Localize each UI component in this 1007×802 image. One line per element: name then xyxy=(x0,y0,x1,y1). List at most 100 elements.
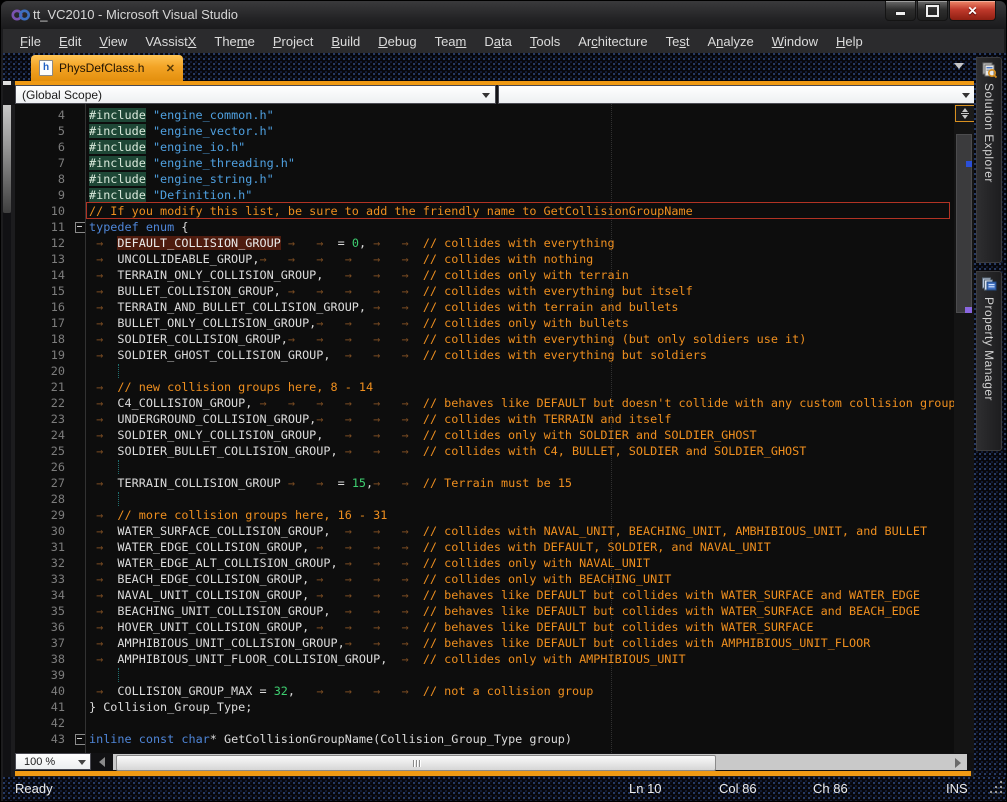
menu-team[interactable]: Team xyxy=(426,31,476,52)
code-line-6[interactable]: 6#include "engine_io.h" xyxy=(15,139,954,155)
title-bar[interactable]: tt_VC2010 - Microsoft Visual Studio ✕ xyxy=(1,1,1006,29)
tab-close-icon[interactable]: ✕ xyxy=(156,62,175,75)
menu-vassistx[interactable]: VAssistX xyxy=(136,31,205,52)
menu-help[interactable]: Help xyxy=(827,31,872,52)
solution-explorer-icon xyxy=(981,62,997,78)
sidebar-tab-property-manager[interactable]: Property Manager xyxy=(976,271,1002,451)
scope-dropdown[interactable]: (Global Scope) xyxy=(15,85,496,104)
code-editor[interactable]: 4#include "engine_common.h"5#include "en… xyxy=(15,104,976,753)
scroll-right-icon[interactable] xyxy=(955,758,961,768)
fold-margin[interactable] xyxy=(73,219,89,235)
code-line-24[interactable]: 24 → SOLDIER_ONLY_COLLISION_GROUP, → → →… xyxy=(15,427,954,443)
vertical-scrollbar[interactable] xyxy=(954,104,976,753)
horizontal-scrollbar-row: 100 % xyxy=(15,753,976,771)
fold-margin xyxy=(73,331,89,347)
code-line-18[interactable]: 18 → SOLDIER_COLLISION_GROUP,→ → → → → /… xyxy=(15,331,954,347)
code-line-17[interactable]: 17 → BULLET_ONLY_COLLISION_GROUP,→ → → →… xyxy=(15,315,954,331)
code-line-35[interactable]: 35 → BEACHING_UNIT_COLLISION_GROUP, → → … xyxy=(15,603,954,619)
menu-build[interactable]: Build xyxy=(322,31,369,52)
minimize-button[interactable] xyxy=(885,1,916,21)
menu-edit[interactable]: Edit xyxy=(50,31,90,52)
resize-grip[interactable] xyxy=(988,781,1002,793)
code-text xyxy=(89,715,954,731)
code-line-21[interactable]: 21 → // new collision groups here, 8 - 1… xyxy=(15,379,954,395)
code-line-22[interactable]: 22 → C4_COLLISION_GROUP, → → → → → → // … xyxy=(15,395,954,411)
code-line-16[interactable]: 16 → TERRAIN_AND_BULLET_COLLISION_GROUP,… xyxy=(15,299,954,315)
fold-margin xyxy=(73,155,89,171)
code-line-29[interactable]: 29 → // more collision groups here, 16 -… xyxy=(15,507,954,523)
line-number: 30 xyxy=(15,523,73,539)
code-text: → TERRAIN_AND_BULLET_COLLISION_GROUP, → … xyxy=(89,299,954,315)
thumb-grip-icon xyxy=(413,760,414,767)
scroll-left-icon[interactable] xyxy=(99,757,105,767)
code-line-15[interactable]: 15 → BULLET_COLLISION_GROUP, → → → → → /… xyxy=(15,283,954,299)
menu-tools[interactable]: Tools xyxy=(521,31,569,52)
line-number: 8 xyxy=(15,171,73,187)
horizontal-scrollbar[interactable] xyxy=(113,754,967,770)
code-line-12[interactable]: 12 → DEFAULT_COLLISION_GROUP → → = 0, → … xyxy=(15,235,954,251)
menu-window[interactable]: Window xyxy=(763,31,827,52)
code-line-43[interactable]: 43inline const char* GetCollisionGroupNa… xyxy=(15,731,954,747)
menu-data[interactable]: Data xyxy=(475,31,520,52)
close-button[interactable]: ✕ xyxy=(949,1,996,21)
code-line-20[interactable]: 20 xyxy=(15,363,954,379)
member-dropdown[interactable] xyxy=(498,85,976,104)
menu-analyze[interactable]: Analyze xyxy=(698,31,762,52)
code-line-8[interactable]: 8#include "engine_string.h" xyxy=(15,171,954,187)
code-line-26[interactable]: 26 xyxy=(15,459,954,475)
code-line-37[interactable]: 37 → AMPHIBIOUS_UNIT_COLLISION_GROUP,→ →… xyxy=(15,635,954,651)
accent-divider-bottom xyxy=(15,771,971,776)
fold-margin xyxy=(73,299,89,315)
code-line-14[interactable]: 14 → TERRAIN_ONLY_COLLISION_GROUP, → → →… xyxy=(15,267,954,283)
code-line-23[interactable]: 23 → UNDERGROUND_COLLISION_GROUP,→ → → →… xyxy=(15,411,954,427)
menu-debug[interactable]: Debug xyxy=(369,31,425,52)
code-line-34[interactable]: 34 → NAVAL_UNIT_COLLISION_GROUP, → → → →… xyxy=(15,587,954,603)
code-line-25[interactable]: 25 → SOLDIER_BULLET_COLLISION_GROUP, → →… xyxy=(15,443,954,459)
code-line-19[interactable]: 19 → SOLDIER_GHOST_COLLISION_GROUP, → → … xyxy=(15,347,954,363)
code-text: → NAVAL_UNIT_COLLISION_GROUP, → → → → //… xyxy=(89,587,954,603)
code-line-28[interactable]: 28 xyxy=(15,491,954,507)
vs-window: tt_VC2010 - Microsoft Visual Studio ✕ Fi… xyxy=(0,0,1007,802)
code-text xyxy=(89,363,954,379)
code-line-27[interactable]: 27 → TERRAIN_COLLISION_GROUP → → = 15,→ … xyxy=(15,475,954,491)
menu-file[interactable]: File xyxy=(11,31,50,52)
code-line-39[interactable]: 39 xyxy=(15,667,954,683)
code-line-4[interactable]: 4#include "engine_common.h" xyxy=(15,107,954,123)
code-line-41[interactable]: 41} Collision_Group_Type; xyxy=(15,699,954,715)
maximize-button[interactable] xyxy=(917,1,948,21)
code-line-33[interactable]: 33 → BEACH_EDGE_COLLISION_GROUP, → → → →… xyxy=(15,571,954,587)
sidebar-tab-solution-explorer[interactable]: Solution Explorer xyxy=(976,57,1002,263)
code-line-32[interactable]: 32 → WATER_EDGE_ALT_COLLISION_GROUP, → →… xyxy=(15,555,954,571)
menu-project[interactable]: Project xyxy=(264,31,322,52)
code-line-31[interactable]: 31 → WATER_EDGE_COLLISION_GROUP, → → → →… xyxy=(15,539,954,555)
menu-theme[interactable]: Theme xyxy=(205,31,263,52)
menu-view[interactable]: View xyxy=(90,31,136,52)
splitter-button[interactable] xyxy=(955,105,975,122)
menu-architecture[interactable]: Architecture xyxy=(569,31,656,52)
line-number: 11 xyxy=(15,219,73,235)
code-line-7[interactable]: 7#include "engine_threading.h" xyxy=(15,155,954,171)
code-line-42[interactable]: 42 xyxy=(15,715,954,731)
zoom-dropdown[interactable]: 100 % xyxy=(15,753,91,770)
code-line-38[interactable]: 38 → AMPHIBIOUS_UNIT_FLOOR_COLLISION_GRO… xyxy=(15,651,954,667)
code-text: → SOLDIER_COLLISION_GROUP,→ → → → → // c… xyxy=(89,331,954,347)
tab-physdefclass-h[interactable]: h PhysDefClass.h ✕ xyxy=(31,55,183,81)
menu-test[interactable]: Test xyxy=(657,31,699,52)
code-text: typedef enum { xyxy=(89,219,954,235)
fold-margin[interactable] xyxy=(73,731,89,747)
code-text xyxy=(89,667,954,683)
code-line-30[interactable]: 30 → WATER_SURFACE_COLLISION_GROUP, → → … xyxy=(15,523,954,539)
code-line-9[interactable]: 9#include "Definition.h" xyxy=(15,187,954,203)
line-number: 13 xyxy=(15,251,73,267)
code-line-13[interactable]: 13 → UNCOLLIDEABLE_GROUP,→ → → → → → // … xyxy=(15,251,954,267)
code-line-11[interactable]: 11 typedef enum { xyxy=(15,219,954,235)
line-10-highlight-box xyxy=(86,202,950,219)
tab-overflow-chevron-icon[interactable] xyxy=(954,63,964,69)
code-line-36[interactable]: 36 → HOVER_UNIT_COLLISION_GROUP, → → → →… xyxy=(15,619,954,635)
line-number: 36 xyxy=(15,619,73,635)
line-number: 5 xyxy=(15,123,73,139)
code-line-5[interactable]: 5#include "engine_vector.h" xyxy=(15,123,954,139)
horizontal-scrollbar-thumb[interactable] xyxy=(116,755,716,771)
code-line-40[interactable]: 40 → COLLISION_GROUP_MAX = 32, → → → → /… xyxy=(15,683,954,699)
property-manager-icon xyxy=(981,276,997,292)
